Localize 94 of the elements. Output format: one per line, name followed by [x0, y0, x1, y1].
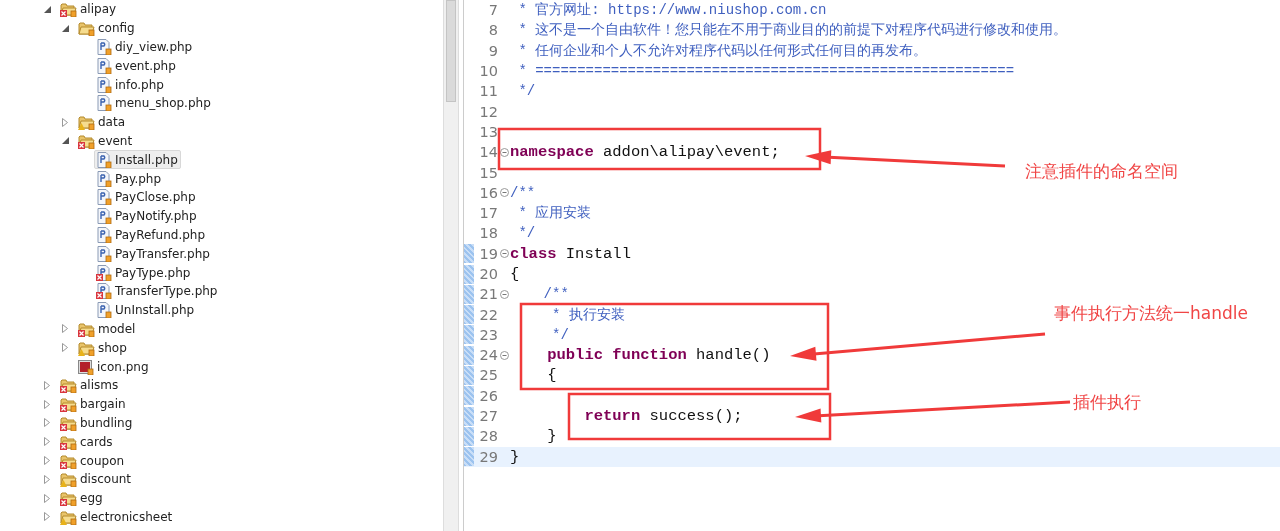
collapsed-arrow-icon[interactable]: [44, 512, 50, 522]
fold-icon[interactable]: [499, 289, 509, 299]
expanded-arrow-icon[interactable]: [62, 24, 69, 32]
tree-item[interactable]: data: [76, 112, 129, 132]
line-number: 22: [478, 306, 498, 323]
line-number: 12: [478, 103, 498, 120]
line-number: 14: [478, 144, 498, 161]
code-line: }: [510, 447, 520, 466]
line-number: 20: [478, 266, 498, 282]
line-number: 11: [478, 83, 498, 100]
line-number: 8: [487, 22, 498, 39]
fold-icon[interactable]: [499, 188, 509, 198]
code-line: * 应用安装: [517, 204, 592, 223]
collapsed-arrow-icon[interactable]: [44, 493, 50, 503]
code-line: return success();: [583, 407, 743, 426]
tree-item[interactable]: shop: [76, 338, 130, 358]
line-number: 10: [478, 63, 498, 80]
tree-item[interactable]: TransferType.php: [94, 281, 221, 301]
code-line: class Install: [510, 244, 631, 263]
code-line: * 任何企业和个人不允许对程序代码以任何形式任何目的再发布。: [517, 41, 928, 60]
collapsed-arrow-icon[interactable]: [44, 437, 50, 447]
collapsed-arrow-icon[interactable]: [44, 456, 50, 465]
line-number: 16: [478, 184, 498, 201]
tree-item[interactable]: PayRefund.php: [94, 225, 209, 245]
code-line: /**: [510, 183, 536, 202]
line-number: 25: [478, 367, 498, 384]
collapsed-arrow-icon[interactable]: [62, 117, 68, 127]
code-line: }: [546, 427, 557, 446]
tree-item[interactable]: PayNotify.php: [94, 206, 200, 226]
tree-item[interactable]: discount: [58, 469, 135, 489]
code-line: {: [546, 366, 557, 385]
line-number: 24: [478, 347, 498, 364]
fold-icon[interactable]: [499, 350, 509, 360]
fold-icon[interactable]: [499, 147, 509, 157]
expanded-arrow-icon[interactable]: [44, 5, 51, 13]
tree-item[interactable]: PayType.php: [94, 263, 194, 283]
code-line: * 执行安装: [551, 305, 625, 324]
expanded-arrow-icon[interactable]: [62, 137, 69, 145]
tree-item[interactable]: event: [76, 131, 136, 151]
collapsed-arrow-icon[interactable]: [62, 343, 68, 353]
scrollbar-thumb[interactable]: [446, 0, 456, 102]
tree-item[interactable]: PayTransfer.php: [94, 244, 213, 264]
fold-icon[interactable]: [499, 249, 509, 259]
line-number: 26: [478, 387, 498, 404]
code-line: * 官方网址: https://www.niushop.com.cn: [517, 1, 827, 20]
line-number: 28: [478, 428, 498, 445]
tree-item[interactable]: coupon: [58, 451, 128, 471]
line-number: 19: [478, 245, 498, 262]
code-line: * =========================================================: [517, 62, 1015, 81]
collapsed-arrow-icon[interactable]: [44, 399, 50, 409]
tree-item[interactable]: alipay: [58, 0, 120, 19]
line-number: 9: [487, 42, 498, 59]
line-number: 17: [478, 205, 498, 222]
tree-item[interactable]: info.php: [94, 75, 167, 95]
line-number: 27: [478, 408, 498, 425]
tree-item[interactable]: electronicsheet: [58, 507, 176, 527]
collapsed-arrow-icon[interactable]: [44, 380, 50, 390]
code-line: */: [517, 224, 536, 243]
code-line: */: [517, 82, 536, 101]
code-line: */: [551, 325, 569, 344]
tree-item[interactable]: Pay.php: [94, 169, 165, 189]
tree-item[interactable]: menu_shop.php: [94, 93, 214, 113]
tree-item[interactable]: bargain: [58, 394, 129, 414]
collapsed-arrow-icon[interactable]: [44, 474, 50, 484]
tree-item[interactable]: PayClose.php: [94, 187, 199, 207]
tree-item[interactable]: alisms: [58, 375, 122, 395]
collapsed-arrow-icon[interactable]: [44, 418, 50, 428]
tree-item[interactable]: bundling: [58, 413, 136, 433]
code-line: /**: [542, 285, 569, 304]
line-number: 13: [478, 123, 498, 140]
line-number: 15: [478, 164, 498, 181]
code-line: {: [510, 265, 520, 283]
tree-item[interactable]: icon.png: [76, 357, 152, 377]
code-line: namespace addon\alipay\event;: [510, 143, 780, 162]
tree-item[interactable]: event.php: [94, 56, 179, 76]
scrollbar[interactable]: [443, 0, 459, 531]
tree-item[interactable]: cards: [58, 432, 116, 452]
line-number: 18: [478, 225, 498, 242]
annotation-label: 插件执行: [1073, 391, 1141, 414]
line-number: 7: [487, 2, 498, 19]
tree-item[interactable]: model: [76, 319, 139, 339]
tree-item[interactable]: Install.php: [94, 150, 181, 170]
tree-item[interactable]: egg: [58, 488, 106, 508]
line-number: 29: [478, 448, 498, 465]
tree-item[interactable]: UnInstall.php: [94, 300, 198, 320]
code-line: * 这不是一个自由软件！您只能在不用于商业目的的前提下对程序代码进行修改和使用。: [517, 21, 1068, 40]
annotation-label: 注意插件的命名空间: [1025, 160, 1178, 183]
tree-item[interactable]: diy_view.php: [94, 37, 196, 57]
collapsed-arrow-icon[interactable]: [62, 324, 68, 334]
annotation-label: 事件执行方法统一handle: [1054, 302, 1248, 325]
code-line: public function handle(): [546, 346, 771, 365]
tree-item[interactable]: config: [76, 18, 138, 38]
line-number: 21: [478, 286, 498, 303]
line-number: 23: [478, 326, 498, 343]
